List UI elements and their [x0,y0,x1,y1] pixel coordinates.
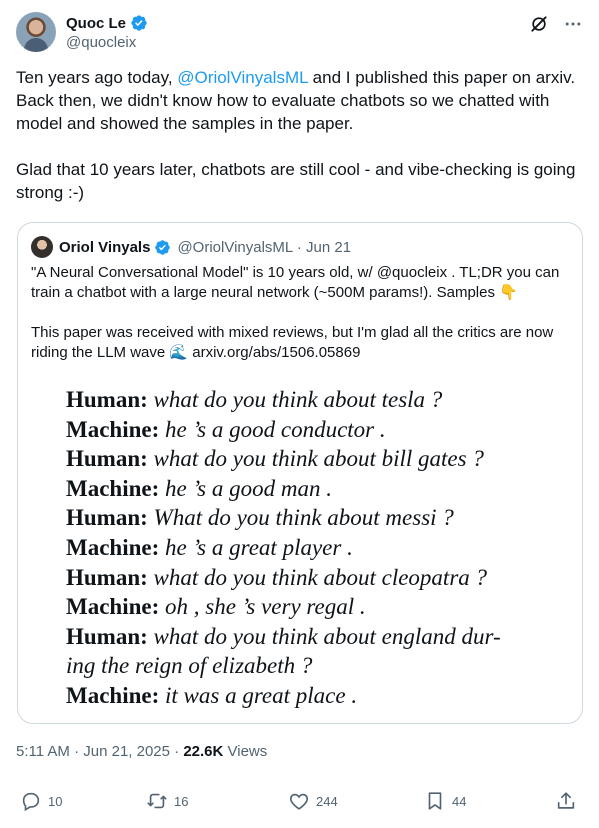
dialogue-line: Machine: he ’s a good man . [66,475,332,501]
dialogue-line: Human: What do you think about messi ? [66,505,454,531]
like-button[interactable]: 244 [288,790,338,812]
tweet-paragraph-1: Ten years ago today, @OriolVinyalsML and… [16,68,576,133]
quoted-paragraph-1: "A Neural Conversational Model" is 10 ye… [31,264,560,301]
tweet-actions: 10 16 244 44 [20,790,577,814]
tweet-timestamp: 5:11 AM · Jun 21, 2025 · 22.6K Views [16,743,267,760]
tweet-paragraph-2: Glad that 10 years later, chatbots are s… [16,160,576,202]
share-icon [557,792,575,809]
verified-badge-icon [155,239,171,255]
dialogue-line: Human: what do you think about england d… [66,623,501,649]
dialogue-line: Machine: oh , she ’s very regal . [66,594,366,620]
author-avatar[interactable] [16,12,56,52]
tweet-header: Quoc Le @quocleix [16,12,583,56]
dialogue-line: Machine: he ’s a good conductor . [66,416,386,442]
quoted-tweet[interactable]: Oriol Vinyals @OriolVinyalsML · Jun 21 "… [17,222,583,724]
reply-icon [22,792,40,812]
dialogue-line: Human: what do you think about cleopatra… [66,564,488,590]
mention-link[interactable]: @OriolVinyalsML [177,68,308,87]
repost-count: 16 [174,793,189,809]
tweet-body: Ten years ago today, @OriolVinyalsML and… [16,66,576,227]
repost-icon [147,793,167,809]
bookmark-button[interactable]: 44 [424,790,466,812]
dialogue-line: Machine: he ’s a great player . [66,534,353,560]
reply-count: 10 [48,793,63,809]
quoted-author-avatar [31,236,53,258]
dialogue-line: Machine: it was a great place . [66,682,358,708]
repost-button[interactable]: 16 [146,790,188,812]
post-time[interactable]: 5:11 AM · Jun 21, 2025 · [16,743,183,760]
dialogue-line: Human: what do you think about tesla ? [66,387,443,412]
bookmark-icon [428,792,442,810]
dialogue-line: ing the reign of elizabeth ? [66,653,313,679]
views-count: 22.6K [183,743,224,760]
author-info: Quoc Le @quocleix [66,14,148,51]
bookmark-count: 44 [452,793,467,809]
share-button[interactable] [555,790,577,812]
views-label: Views [223,743,268,760]
quoted-paragraph-2: This paper was received with mixed revie… [31,324,554,361]
quoted-author-meta: @OriolVinyalsML · Jun 21 [177,238,352,256]
dialogue-line: Human: what do you think about bill gate… [66,446,484,472]
like-count: 244 [316,793,338,809]
quoted-tweet-header: Oriol Vinyals @OriolVinyalsML · Jun 21 [31,236,351,258]
more-options-icon[interactable] [563,14,583,34]
grok-icon[interactable] [529,14,549,34]
quoted-author-name: Oriol Vinyals [59,238,151,256]
author-name[interactable]: Quoc Le [66,15,126,32]
author-handle[interactable]: @quocleix [66,34,148,51]
paper-excerpt-image[interactable]: Human: what do you think about tesla ? M… [66,385,566,711]
reply-button[interactable]: 10 [20,790,62,812]
quoted-tweet-text: "A Neural Conversational Model" is 10 ye… [31,263,571,383]
heart-icon [289,793,309,810]
verified-badge-icon [131,15,147,31]
